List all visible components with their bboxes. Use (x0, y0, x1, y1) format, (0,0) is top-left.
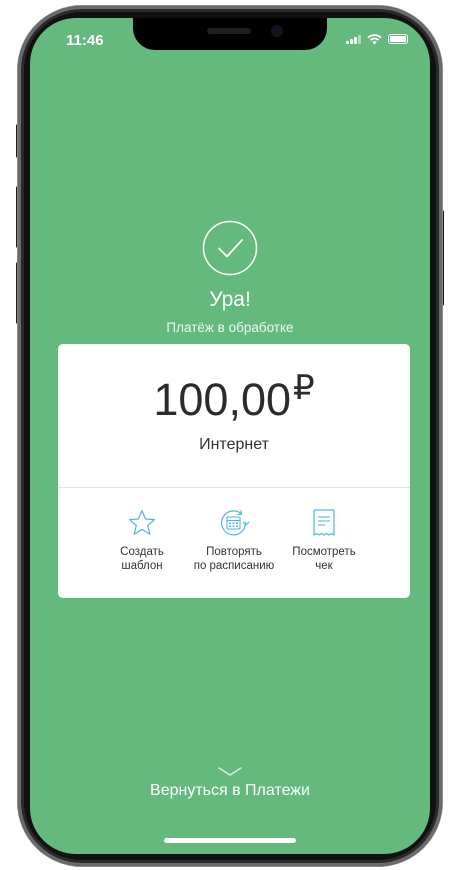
schedule-repeat-label-2: по расписанию (193, 560, 275, 572)
receipt-icon (313, 509, 335, 536)
success-check-icon (202, 220, 258, 276)
back-to-payments-label: Вернуться в Платежи (150, 782, 310, 799)
payment-card: 100,00₽ Интернет Создать шаблон Повторят… (58, 344, 410, 598)
speaker (207, 28, 251, 34)
success-title: Ура! (209, 288, 251, 311)
schedule-repeat-label-1: Повторять (206, 546, 262, 558)
view-receipt-label-2: чек (315, 560, 333, 572)
service-name: Интернет (199, 436, 269, 453)
battery-icon (388, 34, 408, 44)
view-receipt-label-1: Посмотреть (292, 546, 356, 558)
front-camera (271, 25, 283, 37)
amount-row: 100,00₽ (58, 368, 410, 426)
status-icons (346, 32, 408, 46)
amount-value: 100,00 (153, 374, 291, 425)
currency-symbol: ₽ (293, 369, 315, 407)
home-indicator[interactable] (164, 838, 296, 843)
divider (58, 487, 410, 488)
back-to-payments-button[interactable]: Вернуться в Платежи (30, 766, 430, 800)
create-template-label-1: Создать (120, 546, 164, 558)
create-template-button[interactable]: Создать шаблон (92, 508, 192, 573)
notch (133, 18, 327, 50)
status-subtitle: Платёж в обработке (166, 320, 294, 335)
view-receipt-button[interactable]: Посмотреть чек (274, 508, 374, 573)
star-icon (128, 509, 156, 535)
signal-icon (346, 34, 361, 44)
schedule-repeat-button[interactable]: Повторять по расписанию (184, 508, 284, 573)
create-template-label-2: шаблон (121, 560, 163, 572)
chevron-down-icon (218, 767, 242, 776)
wifi-icon (367, 33, 382, 44)
status-time: 11:46 (66, 32, 104, 49)
calendar-repeat-icon (221, 509, 250, 536)
screen: 11:46 Ура! Платёж в обработке 100,00₽ Ин… (30, 18, 430, 854)
